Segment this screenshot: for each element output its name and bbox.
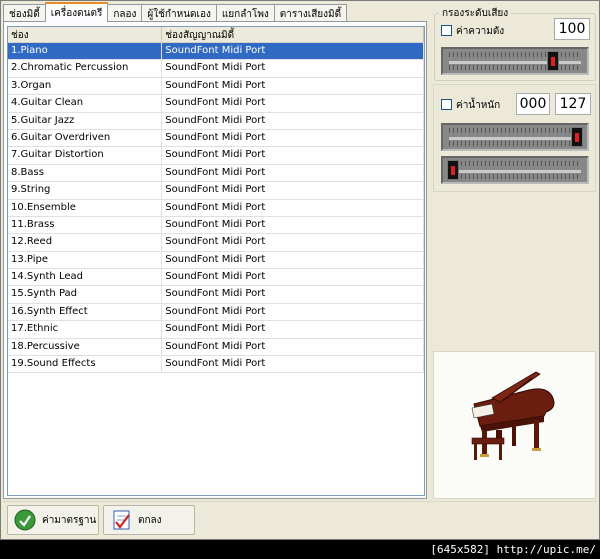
strength-slider[interactable]: [441, 47, 589, 75]
weight-max-slider-thumb[interactable]: [571, 127, 583, 147]
instrument-name: 13.Pipe: [8, 251, 163, 269]
instrument-image-panel: [433, 351, 596, 499]
list-item[interactable]: 1.Piano SoundFont Midi Port: [8, 43, 424, 61]
tab-midi-sound-table[interactable]: ตารางเสียงมิดี้: [273, 4, 348, 22]
weight-min-slider[interactable]: [441, 156, 589, 184]
default-button-label: ค่ามาตรฐาน: [42, 514, 97, 526]
instrument-name: 10.Ensemble: [8, 199, 163, 216]
instrument-name: 19.Sound Effects: [8, 356, 163, 373]
reset-icon: [14, 509, 36, 531]
midi-port: SoundFont Midi Port: [162, 182, 424, 199]
midi-port: SoundFont Midi Port: [162, 269, 424, 286]
list-item[interactable]: 4.Guitar Clean SoundFont Midi Port: [8, 95, 424, 113]
tab-midi-channel[interactable]: ช่องมิดี้: [3, 4, 46, 22]
weight-min-value: 000: [516, 93, 550, 115]
midi-port: SoundFont Midi Port: [162, 95, 424, 112]
instrument-name: 15.Synth Pad: [8, 286, 163, 303]
list-item[interactable]: 9.String SoundFont Midi Port: [8, 182, 424, 200]
list-item[interactable]: 8.Bass SoundFont Midi Port: [8, 164, 424, 183]
instrument-name: 7.Guitar Distortion: [8, 147, 163, 164]
midi-port: SoundFont Midi Port: [162, 251, 424, 269]
midi-port: SoundFont Midi Port: [162, 216, 424, 234]
midi-port: SoundFont Midi Port: [162, 286, 424, 303]
list-rows: 1.Piano SoundFont Midi Port 2.Chromatic Pe…: [8, 43, 424, 374]
instrument-name: 14.Synth Lead: [8, 269, 163, 286]
instrument-name: 12.Reed: [8, 234, 163, 251]
list-item[interactable]: 11.Brass SoundFont Midi Port: [8, 216, 424, 235]
strength-label: ค่าความดัง: [456, 26, 505, 37]
list-item[interactable]: 6.Guitar Overdriven SoundFont Midi Port: [8, 129, 424, 148]
strength-checkbox[interactable]: [441, 25, 452, 36]
instrument-name: 6.Guitar Overdriven: [8, 129, 163, 147]
volume-filter-title: กรองระดับเสียง: [439, 6, 512, 21]
weight-min-slider-thumb[interactable]: [447, 160, 459, 180]
weight-max-slider[interactable]: [441, 123, 589, 151]
strength-slider-thumb[interactable]: [547, 51, 559, 71]
instrument-name: 2.Chromatic Percussion: [8, 60, 163, 77]
instrument-name: 18.Percussive: [8, 338, 163, 356]
midi-port: SoundFont Midi Port: [162, 77, 424, 95]
instrument-name: 1.Piano: [8, 43, 163, 60]
instrument-name: 3.Organ: [8, 77, 163, 95]
instruments-panel: ช่อง ช่องสัญญาณมิดี้ 1.Piano SoundFont Mi…: [3, 21, 427, 499]
midi-port: SoundFont Midi Port: [162, 199, 424, 216]
instrument-name: 16.Synth Effect: [8, 303, 163, 321]
midi-port: SoundFont Midi Port: [162, 43, 424, 60]
weight-checkbox[interactable]: [441, 99, 452, 110]
list-item[interactable]: 15.Synth Pad SoundFont Midi Port: [8, 286, 424, 304]
tab-drums[interactable]: กลอง: [107, 4, 143, 22]
default-button[interactable]: ค่ามาตรฐาน: [7, 505, 99, 535]
list-header: ช่อง ช่องสัญญาณมิดี้: [8, 27, 424, 43]
list-item[interactable]: 7.Guitar Distortion SoundFont Midi Port: [8, 147, 424, 165]
midi-port: SoundFont Midi Port: [162, 303, 424, 321]
instrument-name: 17.Ethnic: [8, 321, 163, 338]
weight-max-value: 127: [555, 93, 591, 115]
list-item[interactable]: 5.Guitar Jazz SoundFont Midi Port: [8, 112, 424, 130]
midi-port: SoundFont Midi Port: [162, 60, 424, 77]
midi-port: SoundFont Midi Port: [162, 234, 424, 251]
instrument-name: 8.Bass: [8, 164, 163, 182]
image-host-footer: [645x582] http://upic.me/: [0, 540, 600, 559]
tab-user-defined[interactable]: ผู้ใช้กำหนดเอง: [141, 4, 217, 22]
strength-value: 100: [554, 18, 590, 40]
list-item[interactable]: 14.Synth Lead SoundFont Midi Port: [8, 269, 424, 287]
midi-port: SoundFont Midi Port: [162, 112, 424, 129]
settings-window: ช่องมิดี้ เครื่องดนตรี กลอง ผู้ใช้กำหนดเ…: [0, 0, 600, 540]
grand-piano-icon: [471, 371, 555, 460]
midi-port: SoundFont Midi Port: [162, 356, 424, 373]
list-item[interactable]: 3.Organ SoundFont Midi Port: [8, 77, 424, 96]
ok-button-label: ตกลง: [138, 514, 162, 526]
list-item[interactable]: 2.Chromatic Percussion SoundFont Midi Por…: [8, 60, 424, 78]
instrument-name: 11.Brass: [8, 216, 163, 234]
instrument-name: 4.Guitar Clean: [8, 95, 163, 112]
list-item[interactable]: 12.Reed SoundFont Midi Port: [8, 234, 424, 252]
column-header-port[interactable]: ช่องสัญญาณมิดี้: [162, 27, 424, 42]
midi-port: SoundFont Midi Port: [162, 129, 424, 147]
weight-label: ค่าน้ำหนัก: [456, 100, 501, 111]
column-header-channel[interactable]: ช่อง: [8, 27, 163, 42]
list-item[interactable]: 18.Percussive SoundFont Midi Port: [8, 338, 424, 357]
list-item[interactable]: 17.Ethnic SoundFont Midi Port: [8, 321, 424, 339]
checklist-icon: [113, 510, 130, 530]
midi-port: SoundFont Midi Port: [162, 147, 424, 164]
tab-bar: ช่องมิดี้ เครื่องดนตรี กลอง ผู้ใช้กำหนดเ…: [3, 2, 348, 22]
list-item[interactable]: 19.Sound Effects SoundFont Midi Port: [8, 356, 424, 374]
midi-port: SoundFont Midi Port: [162, 321, 424, 338]
ok-button[interactable]: ตกลง: [103, 505, 195, 535]
list-item[interactable]: 10.Ensemble SoundFont Midi Port: [8, 199, 424, 217]
instrument-list[interactable]: ช่อง ช่องสัญญาณมิดี้ 1.Piano SoundFont Mi…: [7, 26, 425, 496]
instrument-name: 9.String: [8, 182, 163, 199]
midi-port: SoundFont Midi Port: [162, 164, 424, 182]
tab-instruments[interactable]: เครื่องดนตรี: [44, 2, 109, 22]
tab-speaker-split[interactable]: แยกลำโพง: [215, 4, 275, 22]
list-item[interactable]: 16.Synth Effect SoundFont Midi Port: [8, 303, 424, 322]
list-item[interactable]: 13.Pipe SoundFont Midi Port: [8, 251, 424, 270]
instrument-name: 5.Guitar Jazz: [8, 112, 163, 129]
midi-port: SoundFont Midi Port: [162, 338, 424, 356]
